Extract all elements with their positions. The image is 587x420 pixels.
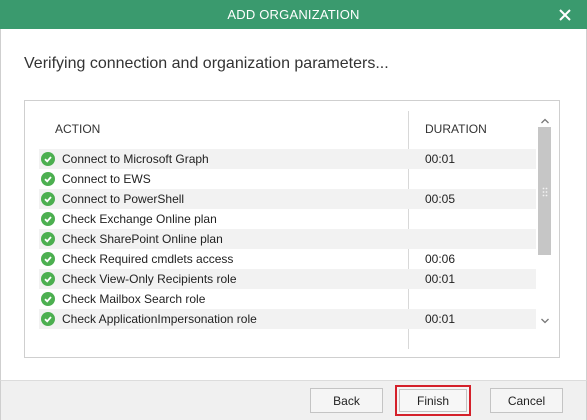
row-duration: 00:01	[425, 272, 456, 286]
check-circle-icon	[41, 172, 55, 186]
finish-button[interactable]: Finish	[395, 385, 471, 416]
table-row[interactable]: Connect to EWS	[39, 169, 536, 189]
row-action: Connect to Microsoft Graph	[62, 152, 209, 166]
check-circle-icon	[41, 232, 55, 246]
cancel-button[interactable]: Cancel	[490, 388, 563, 413]
grip-icon	[542, 187, 548, 197]
check-circle-icon	[41, 272, 55, 286]
row-action: Check Required cmdlets access	[62, 252, 234, 266]
check-circle-icon	[41, 192, 55, 206]
grid-rows: Connect to Microsoft Graph 00:01 Connect…	[39, 149, 536, 329]
check-circle-icon	[41, 212, 55, 226]
vertical-scrollbar[interactable]	[537, 113, 553, 325]
row-action: Check Mailbox Search role	[62, 292, 206, 306]
row-duration: 00:01	[425, 152, 456, 166]
scrollbar-thumb[interactable]	[538, 127, 551, 255]
title-bar: ADD ORGANIZATION	[0, 0, 587, 29]
row-action: Check ApplicationImpersonation role	[62, 312, 257, 326]
row-action: Connect to PowerShell	[62, 192, 185, 206]
check-circle-icon	[41, 312, 55, 326]
dialog-footer: Back Finish Cancel	[0, 380, 587, 420]
table-row[interactable]: Check ApplicationImpersonation role 00:0…	[39, 309, 536, 329]
window-title: ADD ORGANIZATION	[227, 7, 360, 22]
row-action: Check SharePoint Online plan	[62, 232, 223, 246]
check-circle-icon	[41, 252, 55, 266]
actions-grid: ACTION DURATION Connect to Microsoft Gra…	[24, 100, 560, 358]
table-row[interactable]: Check SharePoint Online plan	[39, 229, 536, 249]
column-header-duration[interactable]: DURATION	[425, 122, 487, 136]
grid-header: ACTION DURATION	[25, 101, 535, 149]
table-row[interactable]: Connect to Microsoft Graph 00:01	[39, 149, 536, 169]
page-heading: Verifying connection and organization pa…	[24, 55, 389, 72]
table-row[interactable]: Check View-Only Recipients role 00:01	[39, 269, 536, 289]
table-row[interactable]: Connect to PowerShell 00:05	[39, 189, 536, 209]
row-action: Check Exchange Online plan	[62, 212, 217, 226]
table-row[interactable]: Check Exchange Online plan	[39, 209, 536, 229]
close-icon[interactable]	[556, 6, 573, 23]
row-duration: 00:05	[425, 192, 456, 206]
back-button[interactable]: Back	[310, 388, 383, 413]
finish-button-label: Finish	[399, 389, 467, 412]
check-circle-icon	[41, 152, 55, 166]
scroll-up-icon[interactable]	[540, 113, 550, 124]
row-duration: 00:06	[425, 252, 456, 266]
table-row[interactable]: Check Mailbox Search role	[39, 289, 536, 309]
dialog-content: Verifying connection and organization pa…	[0, 29, 587, 380]
scroll-down-icon[interactable]	[540, 313, 550, 324]
check-circle-icon	[41, 292, 55, 306]
row-duration: 00:01	[425, 312, 456, 326]
row-action: Connect to EWS	[62, 172, 151, 186]
row-action: Check View-Only Recipients role	[62, 272, 237, 286]
table-row[interactable]: Check Required cmdlets access 00:06	[39, 249, 536, 269]
column-header-action[interactable]: ACTION	[55, 122, 100, 136]
